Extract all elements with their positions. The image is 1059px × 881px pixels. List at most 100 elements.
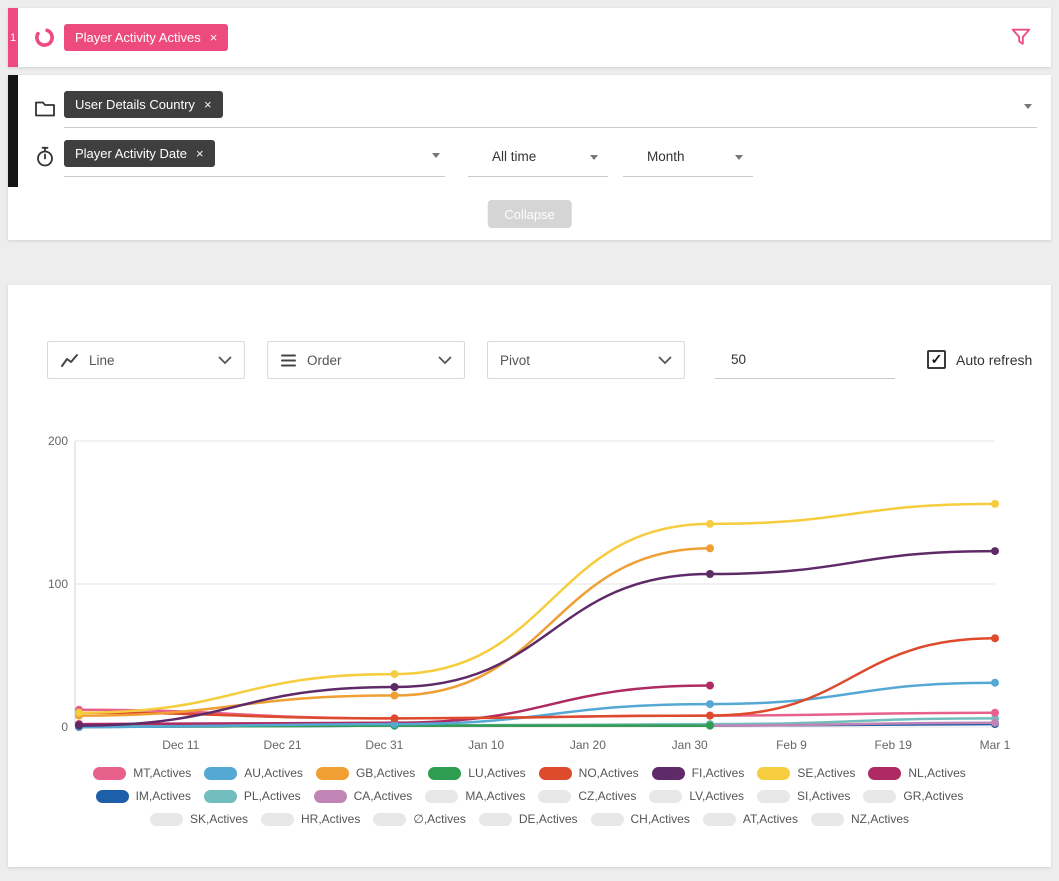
legend-swatch bbox=[95, 789, 129, 803]
legend-item[interactable]: GR,Actives bbox=[863, 789, 963, 803]
pivot-value: Pivot bbox=[500, 352, 531, 368]
legend-item[interactable]: PL,Actives bbox=[203, 789, 301, 803]
order-value: Order bbox=[307, 352, 342, 368]
legend-swatch bbox=[649, 789, 683, 803]
legend-item[interactable]: CH,Actives bbox=[590, 812, 690, 826]
legend-item[interactable]: CA,Actives bbox=[313, 789, 413, 803]
legend-swatch bbox=[538, 789, 572, 803]
chart-type-select[interactable]: Line bbox=[47, 341, 245, 379]
legend-item[interactable]: NZ,Actives bbox=[810, 812, 909, 826]
legend-item[interactable]: LU,Actives bbox=[428, 766, 526, 780]
series-point bbox=[75, 721, 83, 730]
legend-item[interactable]: MT,Actives bbox=[93, 766, 191, 780]
legend-item[interactable]: FI,Actives bbox=[651, 766, 744, 780]
time-dimension-chip[interactable]: Player Activity Date × bbox=[64, 140, 215, 167]
dimension-caret-icon[interactable] bbox=[1024, 104, 1032, 109]
legend-item[interactable]: NO,Actives bbox=[538, 766, 639, 780]
measure-type-icon bbox=[33, 26, 56, 49]
legend-item[interactable]: SE,Actives bbox=[757, 766, 855, 780]
time-dimension-caret-icon[interactable] bbox=[432, 153, 440, 158]
y-tick-label: 0 bbox=[61, 720, 68, 734]
series-point bbox=[991, 708, 999, 717]
legend-swatch bbox=[149, 812, 183, 826]
app-root: { "ui": { "row_number": "1", "close_glyp… bbox=[0, 0, 1059, 881]
filter-row-strip bbox=[8, 75, 18, 187]
legend-item[interactable]: SK,Actives bbox=[149, 812, 249, 826]
x-tick-label: Dec 21 bbox=[264, 738, 302, 752]
legend-item[interactable]: AT,Actives bbox=[702, 812, 798, 826]
legend-item[interactable]: CZ,Actives bbox=[538, 789, 636, 803]
legend-item[interactable]: MA,Actives bbox=[425, 789, 525, 803]
remove-measure-icon[interactable]: × bbox=[210, 31, 218, 44]
legend-swatch bbox=[538, 766, 572, 780]
series-point bbox=[706, 681, 714, 690]
series-point bbox=[706, 519, 714, 528]
order-list-icon bbox=[280, 353, 297, 368]
remove-time-dimension-icon[interactable]: × bbox=[196, 147, 204, 160]
x-tick-label: Jan 20 bbox=[570, 738, 606, 752]
remove-dimension-icon[interactable]: × bbox=[204, 98, 212, 111]
stopwatch-icon bbox=[33, 145, 57, 169]
legend-item[interactable]: ∅,Actives bbox=[373, 812, 466, 826]
date-range-value: All time bbox=[492, 149, 537, 164]
measure-row-number-strip: 1 bbox=[8, 8, 18, 67]
y-tick-label: 200 bbox=[48, 434, 68, 448]
dimension-field[interactable]: User Details Country × bbox=[64, 91, 1037, 128]
collapse-button[interactable]: Collapse bbox=[487, 200, 572, 228]
legend-item[interactable]: IM,Actives bbox=[95, 789, 191, 803]
legend-label: CA,Actives bbox=[353, 789, 413, 803]
legend-label: MA,Actives bbox=[465, 789, 526, 803]
measure-chip[interactable]: Player Activity Actives × bbox=[64, 24, 229, 51]
date-range-select[interactable]: All time bbox=[468, 140, 608, 177]
legend-item[interactable]: HR,Actives bbox=[261, 812, 360, 826]
legend-item[interactable]: NL,Actives bbox=[868, 766, 966, 780]
granularity-select[interactable]: Month bbox=[623, 140, 753, 177]
series-point bbox=[390, 683, 399, 691]
legend-swatch bbox=[810, 812, 844, 826]
date-range-caret-icon bbox=[590, 155, 598, 160]
chart-card: Line Order Pivot ✓ Auto refresh 0 100 200 D… bbox=[8, 285, 1051, 867]
line-chart-icon bbox=[60, 352, 79, 369]
legend-label: AT,Actives bbox=[742, 812, 798, 826]
y-tick-label: 100 bbox=[48, 577, 68, 591]
legend-swatch bbox=[373, 812, 407, 826]
query-builder-card: User Details Country × Player Activity D… bbox=[8, 75, 1051, 240]
chevron-down-icon bbox=[438, 356, 452, 365]
legend-item[interactable]: DE,Actives bbox=[478, 812, 578, 826]
auto-refresh-checkbox[interactable]: ✓ bbox=[927, 350, 946, 369]
time-dimension-chip-label: Player Activity Date bbox=[75, 146, 187, 161]
legend-label: SK,Actives bbox=[189, 812, 249, 826]
folder-icon bbox=[33, 97, 57, 121]
legend-item[interactable]: GB,Actives bbox=[315, 766, 415, 780]
chevron-down-icon bbox=[218, 356, 232, 365]
legend-item[interactable]: LV,Actives bbox=[649, 789, 744, 803]
legend-item[interactable]: SI,Actives bbox=[757, 789, 850, 803]
legend-swatch bbox=[590, 812, 624, 826]
series-point bbox=[991, 634, 999, 643]
legend-swatch bbox=[93, 766, 127, 780]
series-point bbox=[991, 499, 999, 508]
dimension-chip-label: User Details Country bbox=[75, 97, 195, 112]
legend-label: CH,Actives bbox=[630, 812, 690, 826]
legend-swatch bbox=[313, 789, 347, 803]
x-tick-label: Feb 19 bbox=[875, 738, 913, 752]
auto-refresh-label: Auto refresh bbox=[956, 352, 1033, 368]
dimension-chip[interactable]: User Details Country × bbox=[64, 91, 223, 118]
legend-item[interactable]: AU,Actives bbox=[204, 766, 303, 780]
filter-funnel-icon[interactable] bbox=[1010, 26, 1032, 48]
series-point bbox=[706, 711, 714, 720]
chevron-down-icon bbox=[658, 356, 672, 365]
legend-label: NL,Actives bbox=[908, 766, 966, 780]
series-point bbox=[390, 670, 399, 679]
series-point bbox=[991, 718, 999, 727]
chart-legend: MT,Actives AU,Actives GB,Actives LU,Actives… bbox=[8, 766, 1051, 826]
series-point bbox=[706, 570, 714, 578]
legend-label: ∅,Actives bbox=[413, 812, 466, 826]
series-point bbox=[706, 721, 714, 730]
time-dimension-field[interactable]: Player Activity Date × bbox=[64, 140, 445, 177]
legend-row: MT,Actives AU,Actives GB,Actives LU,Actives… bbox=[93, 766, 966, 780]
pivot-select[interactable]: Pivot bbox=[487, 341, 685, 379]
row-number: 1 bbox=[9, 31, 17, 44]
limit-input[interactable] bbox=[715, 341, 895, 379]
order-select[interactable]: Order bbox=[267, 341, 465, 379]
